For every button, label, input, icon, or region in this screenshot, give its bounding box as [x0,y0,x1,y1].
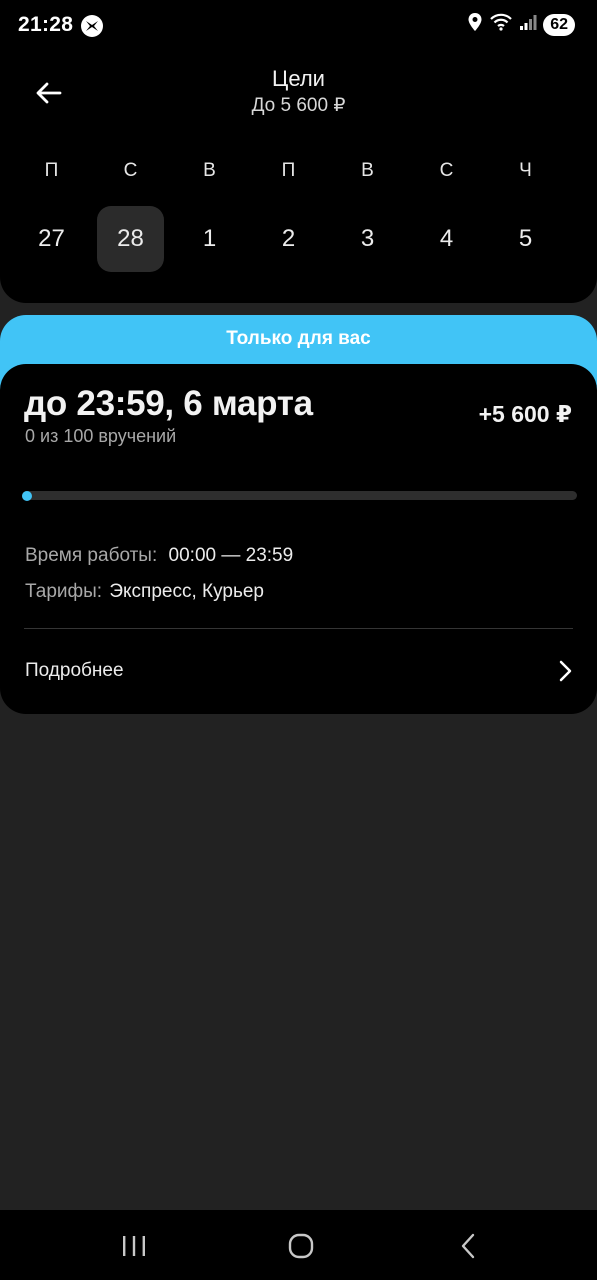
home-icon [288,1233,314,1259]
day-number: 27 [38,225,65,252]
goal-progress-text: 0 из 100 вручений [25,426,177,446]
day-number: 3 [360,225,375,252]
details-label: Подробнее [25,660,124,681]
day-item[interactable]: В 1 [170,160,249,278]
status-time: 21:28 [18,13,74,36]
offer-banner-label: Только для вас [226,328,371,349]
day-letter: В [203,160,216,181]
page-subtitle: До 5 600 ₽ [251,95,346,116]
tariffs-row: Тарифы: Экспресс, Курьер [25,581,264,603]
recent-apps-button[interactable] [104,1228,164,1264]
day-item[interactable]: П 27 [12,160,91,278]
goal-deadline: до 23:59, 6 марта [24,384,313,423]
day-selector: П 27 С 28 В 1 П 2 В 3 С 4 Ч 5 [12,160,565,278]
goals-header: Цели До 5 600 ₽ П 27 С 28 В 1 П 2 В 3 С … [0,52,597,303]
day-item[interactable]: Ч 5 [486,160,565,278]
day-item[interactable]: С 4 [407,160,486,278]
status-bar: 21:28 62 [0,0,597,52]
day-number: 4 [439,225,454,252]
recent-apps-icon [123,1236,145,1256]
day-letter: П [281,160,296,181]
day-letter: П [44,160,59,181]
app-notification-icon [80,14,104,38]
work-time-value: 00:00 — 23:59 [168,545,294,566]
work-time-label: Время работы: [25,545,158,566]
home-button[interactable] [271,1228,331,1264]
back-icon [461,1233,475,1259]
system-back-button[interactable] [438,1228,498,1264]
battery-level: 62 [543,13,575,36]
day-number: 1 [202,225,217,252]
day-letter: С [123,160,138,181]
signal-icon [519,13,537,36]
screen: 21:28 62 Цели До 5 600 ₽ П 27 С 28 В 1 П… [0,0,597,1280]
work-time-row: Время работы: 00:00 — 23:59 [25,545,293,567]
chevron-right-icon [555,659,575,683]
page-title: Цели [272,66,325,91]
day-letter: С [439,160,454,181]
tariffs-label: Тарифы: [25,581,103,602]
system-nav-bar [0,1210,597,1280]
day-letter: Ч [519,160,532,181]
tariffs-value: Экспресс, Курьер [109,581,264,602]
goal-progress-bar [22,490,577,501]
location-icon [467,12,483,37]
goal-reward: +5 600 ₽ [478,401,572,427]
day-item[interactable]: В 3 [328,160,407,278]
day-item-selected[interactable]: С 28 [91,160,170,278]
day-number: 2 [281,225,296,252]
day-number: 5 [518,225,533,252]
day-letter: В [361,160,374,181]
day-item[interactable]: П 2 [249,160,328,278]
details-link[interactable]: Подробнее [0,629,597,714]
day-number: 28 [97,206,164,272]
status-indicators: 62 [467,12,575,37]
goal-progress-marker [22,490,32,501]
wifi-icon [489,12,513,37]
goal-card: до 23:59, 6 марта 0 из 100 вручений +5 6… [0,364,597,714]
